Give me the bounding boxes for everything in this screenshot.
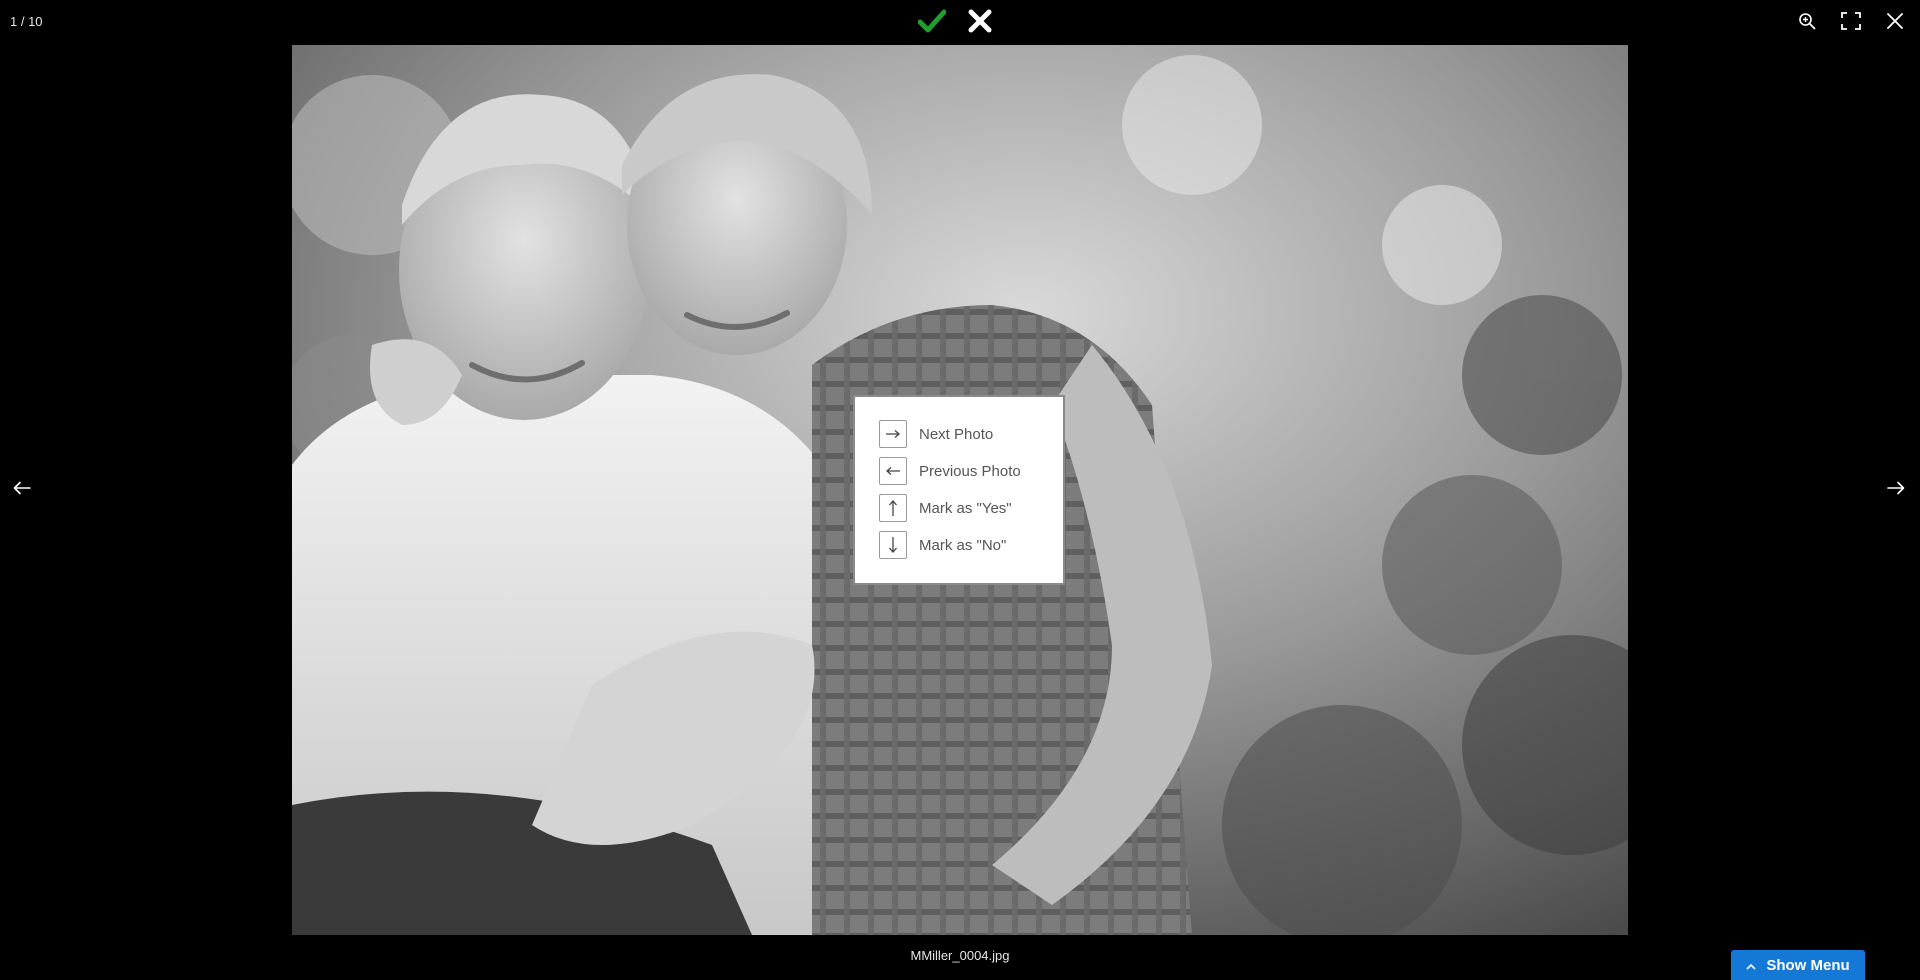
show-menu-label: Show Menu bbox=[1766, 956, 1850, 974]
close-button[interactable] bbox=[1882, 10, 1908, 36]
photo-filename: MMiller_0004.jpg bbox=[910, 948, 1010, 963]
shortcut-label: Previous Photo bbox=[919, 462, 1021, 480]
show-menu-button[interactable]: Show Menu bbox=[1731, 950, 1865, 980]
x-icon bbox=[968, 9, 992, 38]
arrow-up-icon bbox=[879, 494, 907, 522]
chevron-up-icon bbox=[1746, 957, 1756, 974]
shortcut-next-photo: Next Photo bbox=[879, 419, 1063, 449]
fullscreen-button[interactable] bbox=[1838, 10, 1864, 36]
arrow-left-icon bbox=[13, 481, 31, 500]
next-photo-button[interactable] bbox=[1882, 476, 1910, 504]
keyboard-shortcuts-panel: Next Photo Previous Photo Mark as "Yes" … bbox=[853, 395, 1065, 585]
zoom-in-icon bbox=[1798, 12, 1816, 35]
viewer-controls bbox=[1794, 10, 1908, 36]
photo-viewer: 1 / 10 Next Photo Previous Photo Mark as… bbox=[0, 0, 1920, 980]
arrow-right-icon bbox=[879, 420, 907, 448]
shortcut-label: Mark as "No" bbox=[919, 536, 1007, 554]
proofing-actions bbox=[916, 8, 996, 38]
zoom-button[interactable] bbox=[1794, 10, 1820, 36]
approve-button[interactable] bbox=[916, 8, 948, 38]
photo-counter: 1 / 10 bbox=[10, 14, 43, 29]
previous-photo-button[interactable] bbox=[8, 476, 36, 504]
fullscreen-icon bbox=[1841, 11, 1861, 35]
close-icon bbox=[1887, 12, 1903, 34]
shortcut-label: Mark as "Yes" bbox=[919, 499, 1012, 517]
arrow-left-icon bbox=[879, 457, 907, 485]
reject-button[interactable] bbox=[964, 8, 996, 38]
shortcut-mark-no: Mark as "No" bbox=[879, 530, 1063, 560]
shortcut-mark-yes: Mark as "Yes" bbox=[879, 493, 1063, 523]
shortcut-previous-photo: Previous Photo bbox=[879, 456, 1063, 486]
shortcut-label: Next Photo bbox=[919, 425, 994, 443]
checkmark-icon bbox=[917, 9, 947, 38]
arrow-down-icon bbox=[879, 531, 907, 559]
arrow-right-icon bbox=[1887, 481, 1905, 500]
